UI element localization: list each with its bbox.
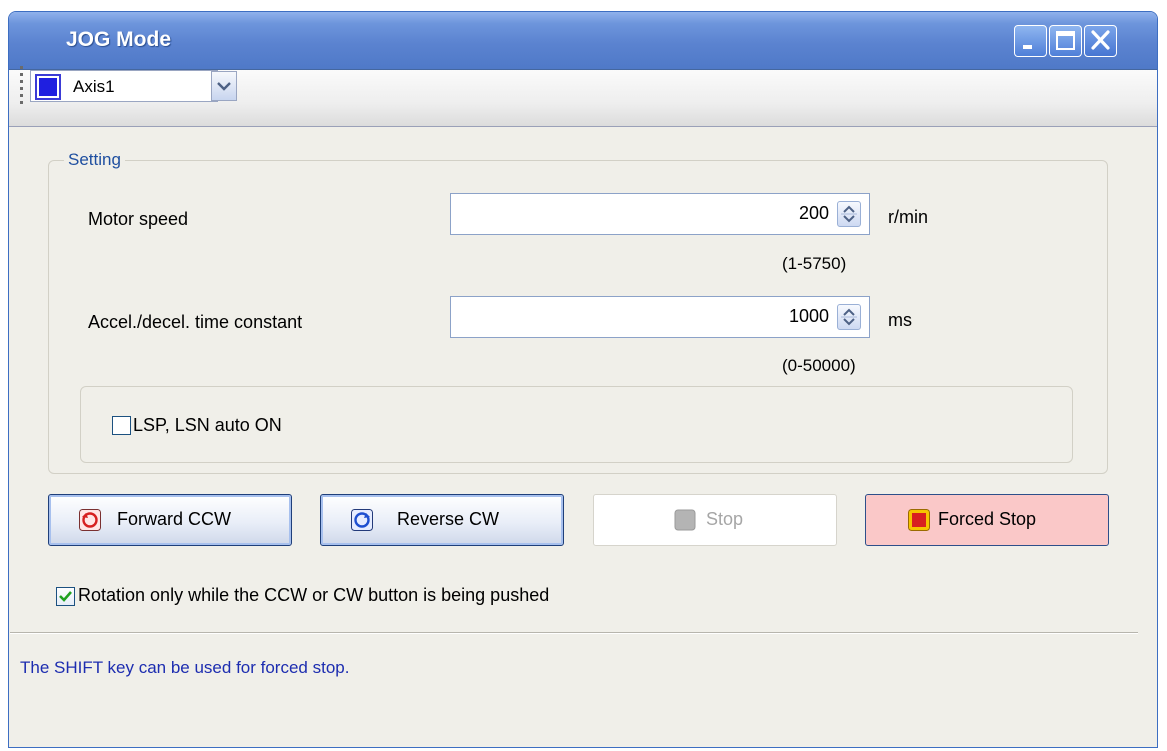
axis-select[interactable]: Axis1: [30, 70, 218, 102]
stop-icon: [674, 509, 696, 531]
motor-speed-unit: r/min: [888, 207, 928, 227]
accel-field[interactable]: 1000: [450, 296, 870, 338]
check-icon: [59, 591, 72, 602]
forced-stop-button[interactable]: Forced Stop: [865, 494, 1109, 546]
motor-speed-label: Motor speed: [88, 209, 189, 229]
minimize-button[interactable]: [1014, 25, 1047, 57]
accel-label: Accel./decel. time constant: [88, 312, 303, 332]
motor-speed-value: 200: [798, 203, 829, 223]
accel-spinner[interactable]: [837, 304, 861, 330]
setting-group-label: Setting: [64, 150, 125, 170]
maximize-button[interactable]: [1049, 25, 1082, 57]
rotation-only-label: Rotation only while the CCW or CW button…: [78, 585, 550, 605]
stop-label: Stop: [706, 509, 744, 529]
stop-button[interactable]: Stop: [593, 494, 837, 546]
title-bar[interactable]: JOG Mode: [9, 12, 1157, 70]
forward-ccw-label: Forward CCW: [117, 509, 232, 529]
minimize-icon: [1023, 45, 1032, 49]
shift-key-hint: The SHIFT key can be used for forced sto…: [20, 658, 350, 677]
rotation-only-checkbox[interactable]: [56, 587, 75, 606]
spinner-arrows-icon: [841, 308, 857, 326]
accel-value: 1000: [788, 306, 829, 326]
axis-dropdown-button[interactable]: [211, 71, 237, 101]
forced-stop-icon: [908, 509, 930, 531]
axis-color-swatch: [35, 74, 61, 100]
lsp-lsn-checkbox[interactable]: [112, 416, 131, 435]
forced-stop-label: Forced Stop: [938, 509, 1037, 529]
divider: [10, 632, 1138, 633]
motor-speed-field[interactable]: 200: [450, 193, 870, 235]
motor-speed-range: (1-5750): [782, 254, 847, 273]
window-title: JOG Mode: [66, 28, 172, 51]
rotate-cw-icon: [351, 509, 373, 531]
accel-range: (0-50000): [782, 356, 856, 375]
close-button[interactable]: [1084, 25, 1117, 57]
rotate-ccw-icon: [79, 509, 101, 531]
close-icon: [1091, 30, 1110, 50]
axis-select-value: Axis1: [73, 77, 115, 96]
motor-speed-spinner[interactable]: [837, 201, 861, 227]
lsp-lsn-label: LSP, LSN auto ON: [133, 415, 282, 435]
chevron-down-icon: [217, 82, 231, 91]
spinner-arrows-icon: [841, 205, 857, 223]
maximize-icon: [1056, 31, 1075, 50]
reverse-cw-button[interactable]: Reverse CW: [320, 494, 564, 546]
reverse-cw-label: Reverse CW: [397, 509, 500, 529]
forward-ccw-button[interactable]: Forward CCW: [48, 494, 292, 546]
accel-unit: ms: [888, 310, 912, 330]
toolbar-grip[interactable]: [20, 66, 23, 108]
